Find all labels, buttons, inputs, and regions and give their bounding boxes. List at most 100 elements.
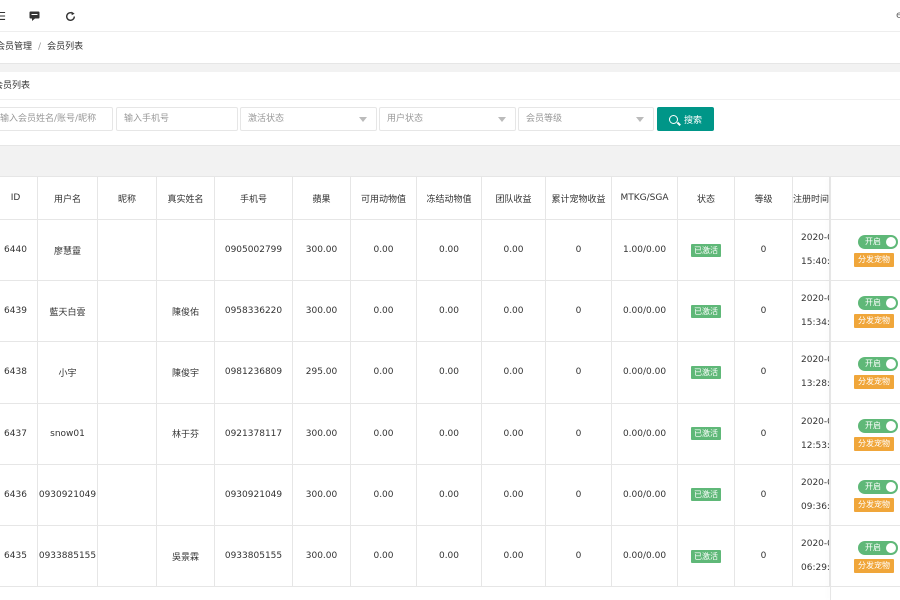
status-badge: 已激活	[691, 549, 721, 563]
header-phone-column: 手机号	[215, 177, 293, 219]
breadcrumb-separator: /	[38, 42, 42, 52]
level-cell: 0	[735, 220, 793, 281]
register-date: 2020-03	[801, 355, 829, 366]
mtkg-sga-cell: 0.00/0.00	[612, 281, 678, 342]
toggle-knob	[886, 543, 896, 553]
realname-cell	[157, 220, 215, 281]
table-row: 6435 0933885155 吳景霖 0933805155 300.00 0.00 0.0…	[0, 526, 900, 588]
available-animal-cell: 0.00	[351, 526, 417, 587]
username-cell: 0933885155	[38, 526, 98, 587]
nickname-cell	[98, 403, 157, 464]
table-row: 6437 snow01 林于芬 0921378117 300.00 0.00 0.00 0.0…	[0, 403, 900, 465]
distribute-pet-button[interactable]: 分发宠物	[854, 436, 894, 451]
nickname-cell	[98, 220, 157, 281]
header-right-glyph[interactable]: e	[896, 10, 900, 20]
toggle-label: 开启	[865, 298, 881, 308]
distribute-pet-button[interactable]: 分发宠物	[854, 559, 894, 573]
frozen-animal-cell: 0.00	[417, 464, 482, 525]
header-apple-column: 蘋果	[293, 177, 351, 219]
status-cell: 已激活	[678, 342, 735, 403]
member-name-input[interactable]: 输入会员姓名/账号/昵称	[0, 107, 113, 131]
available-animal-cell: 0.00	[351, 342, 417, 403]
register-time: 09:36:	[801, 501, 830, 512]
phone-input[interactable]: 输入手机号	[116, 107, 238, 131]
status-badge: 已激活	[691, 427, 721, 441]
register-date: 2020-03	[801, 539, 829, 550]
header-pet-income-column: 累计宠物收益	[546, 177, 612, 219]
search-button[interactable]: 搜索	[657, 107, 714, 131]
member-level-value: 会员等级	[526, 114, 563, 124]
header-frozen-animal-column: 冻结动物值	[417, 177, 482, 219]
toggle-label: 开启	[865, 237, 881, 246]
available-animal-cell: 0.00	[351, 464, 417, 525]
toggle-label: 开启	[865, 481, 881, 491]
toggle-label: 开启	[865, 543, 881, 552]
distribute-pet-button[interactable]: 分发宠物	[854, 253, 894, 267]
header-id-column: ID	[0, 177, 38, 219]
header-team-income-column: 团队收益	[482, 177, 546, 219]
status-cell: 已激活	[678, 403, 735, 464]
table-row: 6440 廖慧靈 0905002799 300.00 0.00 0.00 0.00 0 1.00…	[0, 220, 900, 282]
search-icon	[668, 114, 678, 124]
toggle-knob	[886, 298, 896, 309]
register-time: 15:40:	[801, 257, 830, 268]
table-row: 6438 小宇 陳俊宇 0981236809 295.00 0.00 0.00 0.00 0 0.…	[0, 342, 900, 404]
nickname-cell	[98, 281, 157, 342]
register-date: 2020-03	[801, 416, 829, 427]
available-animal-cell: 0.00	[351, 220, 417, 281]
status-badge: 已激活	[691, 304, 721, 318]
enable-toggle[interactable]: 开启	[858, 541, 898, 555]
nickname-cell	[98, 526, 157, 587]
phone-cell: 0981236809	[215, 342, 293, 403]
id-cell: 6436	[0, 464, 38, 525]
header-mtkg-sga-column: MTKG/SGA	[612, 177, 678, 219]
level-cell: 0	[735, 342, 793, 403]
toggle-knob	[886, 237, 896, 247]
user-status-select[interactable]: 用户状态	[379, 107, 516, 131]
distribute-pet-button[interactable]: 分发宠物	[854, 375, 894, 390]
toggle-knob	[886, 359, 896, 370]
status-badge: 已激活	[691, 243, 721, 257]
status-cell: 已激活	[678, 464, 735, 525]
enable-toggle[interactable]: 开启	[858, 418, 898, 433]
enable-toggle[interactable]: 开启	[858, 296, 898, 311]
message-icon[interactable]	[27, 9, 41, 23]
activation-status-select[interactable]: 激活状态	[240, 107, 377, 131]
card-title: 会员列表	[0, 81, 31, 91]
team-income-cell: 0.00	[482, 403, 546, 464]
enable-toggle[interactable]: 开启	[858, 235, 898, 249]
header-available-animal-column: 可用动物值	[351, 177, 417, 219]
table-row: 6436 0930921049 0930921049 300.00 0.00 0.00 0.…	[0, 464, 900, 526]
phone-cell: 0921378117	[215, 403, 293, 464]
status-badge: 已激活	[691, 365, 721, 379]
frozen-animal-cell: 0.00	[417, 526, 482, 587]
apple-cell: 300.00	[293, 281, 351, 342]
status-cell: 已激活	[678, 220, 735, 281]
chevron-down-icon	[498, 117, 506, 122]
distribute-pet-button[interactable]: 分发宠物	[854, 314, 894, 329]
mtkg-sga-cell: 0.00/0.00	[612, 403, 678, 464]
refresh-icon[interactable]	[63, 9, 77, 23]
chevron-down-icon	[359, 117, 367, 122]
distribute-pet-button[interactable]: 分发宠物	[854, 497, 894, 512]
team-income-cell: 0.00	[482, 464, 546, 525]
breadcrumb-parent[interactable]: 会员管理	[0, 42, 32, 52]
status-badge: 已激活	[691, 488, 721, 502]
username-cell: 廖慧靈	[38, 220, 98, 281]
mtkg-sga-cell: 0.00/0.00	[612, 464, 678, 525]
row-actions: 开启 分发宠物	[830, 281, 900, 341]
available-animal-cell: 0.00	[351, 403, 417, 464]
enable-toggle[interactable]: 开启	[858, 479, 898, 494]
enable-toggle[interactable]: 开启	[858, 357, 898, 372]
apple-cell: 300.00	[293, 403, 351, 464]
phone-cell: 0905002799	[215, 220, 293, 281]
register-time-cell: 2020-03 15:34:	[793, 281, 830, 342]
member-level-select[interactable]: 会员等级	[518, 107, 654, 131]
menu-icon[interactable]: ☰	[0, 9, 8, 23]
breadcrumb-current: 会员列表	[47, 42, 84, 52]
top-bar: ☰ e	[0, 0, 900, 32]
apple-cell: 300.00	[293, 526, 351, 587]
phone-cell: 0930921049	[215, 464, 293, 525]
register-time-cell: 2020-03 13:28:	[793, 342, 830, 403]
register-time-cell: 2020-03 06:29:	[793, 526, 830, 587]
